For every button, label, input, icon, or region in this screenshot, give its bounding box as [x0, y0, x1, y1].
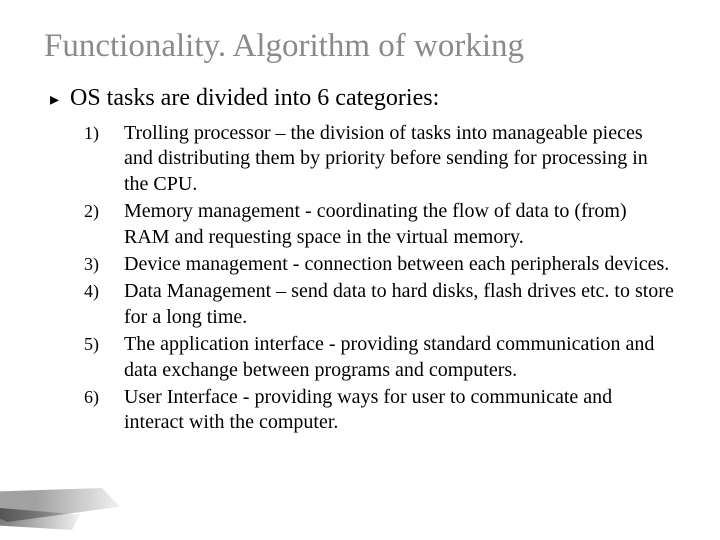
item-number: 6)	[84, 385, 124, 408]
item-text: Trolling processor – the division of tas…	[124, 121, 676, 197]
intro-text: OS tasks are divided into 6 categories:	[70, 83, 439, 113]
list-item: 2) Memory management - coordinating the …	[84, 199, 676, 250]
item-text: Memory management - coordinating the flo…	[124, 199, 676, 250]
list-item: 3) Device management - connection betwee…	[84, 252, 676, 277]
list-item: 6) User Interface - providing ways for u…	[84, 385, 676, 436]
bullet-icon: ▸	[50, 89, 70, 110]
list-item: 1) Trolling processor – the division of …	[84, 121, 676, 197]
item-number: 2)	[84, 199, 124, 222]
slide-title: Functionality. Algorithm of working	[44, 28, 676, 65]
item-number: 1)	[84, 121, 124, 144]
intro-line: ▸ OS tasks are divided into 6 categories…	[50, 83, 676, 113]
slide: Functionality. Algorithm of working ▸ OS…	[0, 0, 720, 540]
list-item: 4) Data Management – send data to hard d…	[84, 279, 676, 330]
item-text: Data Management – send data to hard disk…	[124, 279, 676, 330]
item-text: User Interface - providing ways for user…	[124, 385, 676, 436]
item-number: 3)	[84, 252, 124, 275]
item-number: 5)	[84, 332, 124, 355]
list-item: 5) The application interface - providing…	[84, 332, 676, 383]
numbered-list: 1) Trolling processor – the division of …	[84, 121, 676, 436]
item-text: Device management - connection between e…	[124, 252, 669, 277]
item-number: 4)	[84, 279, 124, 302]
item-text: The application interface - providing st…	[124, 332, 676, 383]
